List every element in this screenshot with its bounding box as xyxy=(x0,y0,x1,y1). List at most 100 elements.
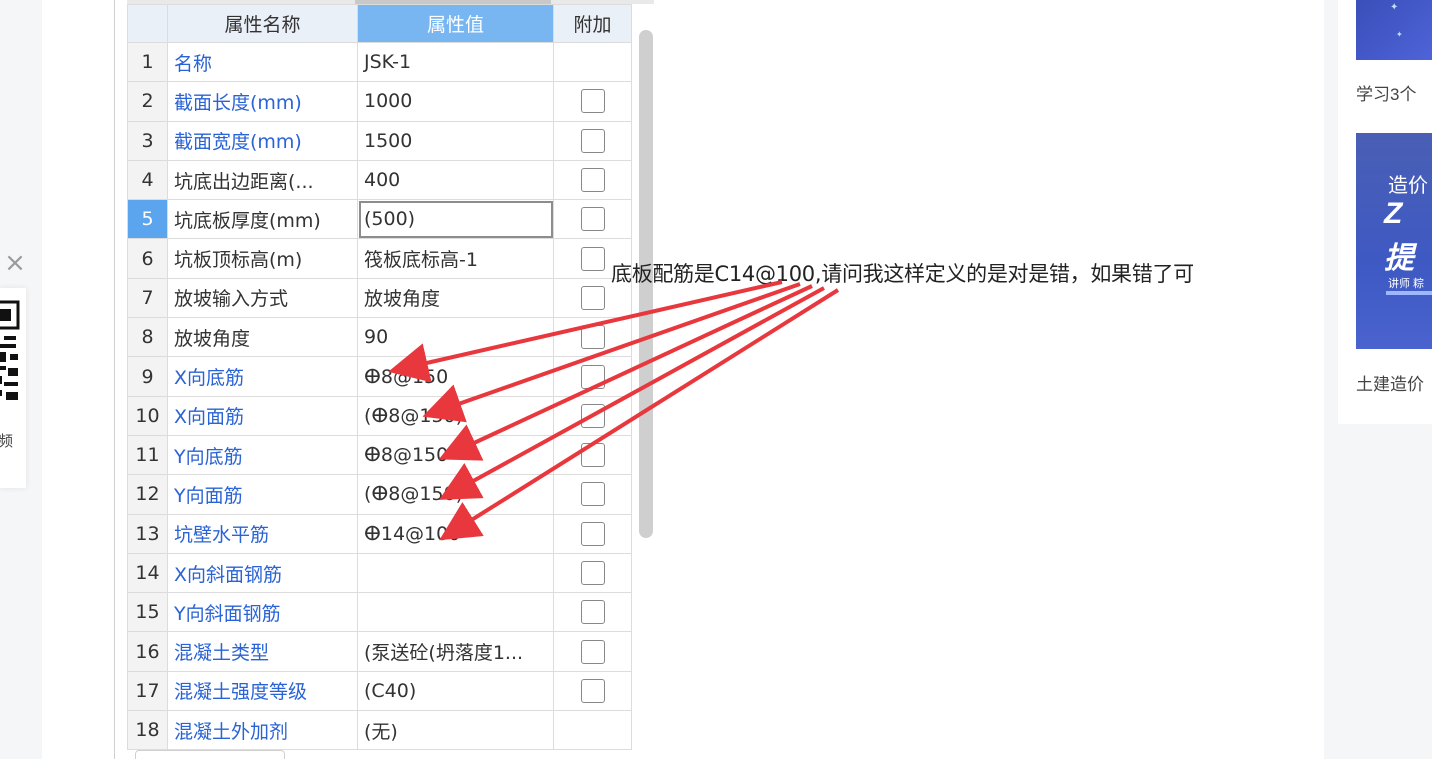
add-checkbox[interactable] xyxy=(580,521,605,546)
property-value[interactable]: 放坡角度 xyxy=(357,277,554,319)
table-row[interactable]: 4 坑底出边距离(... 400 xyxy=(127,159,632,201)
thumb2-bar xyxy=(1386,291,1432,295)
property-value[interactable] xyxy=(357,592,554,633)
table-row[interactable]: 3 截面宽度(mm) 1500 xyxy=(127,120,632,161)
embedded-screenshot: 属性名称 属性值 附加 1 名称 JSK-1 2 截面长度(mm) 1000 3 截面宽度(m… xyxy=(114,0,655,759)
table-row[interactable]: 6 坑板顶标高(m) 筏板底标高-1 xyxy=(127,238,632,279)
row-number[interactable]: 8 xyxy=(127,317,168,358)
row-number[interactable]: 3 xyxy=(127,120,168,161)
table-row[interactable]: 13 坑壁水平筋 ⴲ14@100 xyxy=(127,513,632,554)
close-icon[interactable]: × xyxy=(4,250,26,276)
row-number[interactable]: 1 xyxy=(127,41,168,83)
table-row[interactable]: 8 放坡角度 90 xyxy=(127,317,632,358)
row-number[interactable]: 13 xyxy=(127,513,168,554)
add-checkbox[interactable] xyxy=(580,246,605,271)
add-checkbox[interactable] xyxy=(580,678,605,703)
property-name: 混凝土类型 xyxy=(167,631,358,672)
add-checkbox[interactable] xyxy=(580,285,605,310)
property-value[interactable]: ⴲ8@150 xyxy=(357,356,554,397)
row-number[interactable]: 2 xyxy=(127,81,168,122)
qr-code-card: 频 xyxy=(0,288,26,488)
table-row[interactable]: 2 截面长度(mm) 1000 xyxy=(127,81,632,122)
add-checkbox[interactable] xyxy=(580,482,605,507)
add-cell xyxy=(553,474,632,515)
qr-code-icon xyxy=(0,298,20,404)
add-checkbox[interactable] xyxy=(580,325,605,350)
table-row[interactable]: 18 混凝土外加剂 (无) xyxy=(127,710,632,751)
row-number[interactable]: 5 xyxy=(127,199,168,240)
property-value[interactable]: ⴲ8@150 xyxy=(357,434,554,476)
property-value[interactable]: (ⴲ8@150) xyxy=(357,395,554,436)
add-checkbox[interactable] xyxy=(580,443,605,468)
course-title-2[interactable]: 土建造价 xyxy=(1356,370,1424,395)
row-number[interactable]: 11 xyxy=(127,434,168,476)
property-name: X向底筋 xyxy=(167,356,358,397)
property-name: 坑底板厚度(mm) xyxy=(167,199,358,240)
property-value[interactable]: 90 xyxy=(357,317,554,358)
add-cell xyxy=(553,41,632,83)
property-value[interactable]: (ⴲ8@150) xyxy=(357,474,554,515)
property-name: 坑底出边距离(... xyxy=(167,159,358,201)
header-value[interactable]: 属性值 xyxy=(357,4,554,43)
add-cell xyxy=(553,81,632,122)
table-row[interactable]: 9 X向底筋 ⴲ8@150 xyxy=(127,356,632,397)
property-value[interactable]: JSK-1 xyxy=(357,41,554,83)
add-checkbox[interactable] xyxy=(580,364,605,389)
row-number[interactable]: 15 xyxy=(127,592,168,633)
row-number[interactable]: 18 xyxy=(127,710,168,751)
property-value[interactable]: (C40) xyxy=(357,670,554,712)
row-number[interactable]: 10 xyxy=(127,395,168,436)
add-checkbox[interactable] xyxy=(580,128,605,153)
table-row[interactable]: 10 X向面筋 (ⴲ8@150) xyxy=(127,395,632,436)
property-value[interactable]: 1500 xyxy=(357,120,554,161)
add-checkbox[interactable] xyxy=(580,639,605,664)
add-checkbox[interactable] xyxy=(580,561,605,585)
property-value[interactable]: ⴲ14@100 xyxy=(357,513,554,554)
row-number[interactable]: 14 xyxy=(127,552,168,594)
course-thumbnail-2[interactable]: 造价 Z 提 讲师 粽 xyxy=(1356,133,1432,349)
table-row[interactable]: 17 混凝土强度等级 (C40) xyxy=(127,670,632,712)
bottom-button[interactable] xyxy=(135,750,285,759)
property-value[interactable]: 筏板底标高-1 xyxy=(357,238,554,279)
add-checkbox[interactable] xyxy=(580,89,605,114)
add-checkbox[interactable] xyxy=(580,207,605,232)
qr-caption: 频 xyxy=(0,433,14,450)
table-row[interactable]: 15 Y向斜面钢筋 xyxy=(127,592,632,633)
row-number[interactable]: 4 xyxy=(127,159,168,201)
table-row[interactable]: 14 X向斜面钢筋 xyxy=(127,552,632,594)
course-thumbnail-1[interactable]: ✦ ✦ xyxy=(1356,0,1432,60)
property-value[interactable]: 400 xyxy=(357,159,554,201)
table-header-row: 属性名称 属性值 附加 xyxy=(127,4,632,43)
table-row[interactable]: 12 Y向面筋 (ⴲ8@150) xyxy=(127,474,632,515)
table-row[interactable]: 5 坑底板厚度(mm) (500) xyxy=(127,199,632,240)
property-value[interactable]: (泵送砼(坍落度1... xyxy=(357,631,554,672)
add-cell xyxy=(553,552,632,594)
table-row[interactable]: 1 名称 JSK-1 xyxy=(127,41,632,83)
property-name: Y向面筋 xyxy=(167,474,358,515)
property-table: 属性名称 属性值 附加 1 名称 JSK-1 2 截面长度(mm) 1000 3 截面宽度(m… xyxy=(127,4,632,751)
property-value[interactable]: (无) xyxy=(357,710,554,751)
row-number[interactable]: 9 xyxy=(127,356,168,397)
course-title-1[interactable]: 学习3个 xyxy=(1356,80,1416,105)
table-row[interactable]: 16 混凝土类型 (泵送砼(坍落度1... xyxy=(127,631,632,672)
row-number[interactable]: 17 xyxy=(127,670,168,712)
row-number[interactable]: 6 xyxy=(127,238,168,279)
property-value[interactable]: 1000 xyxy=(357,81,554,122)
table-row[interactable]: 7 放坡输入方式 放坡角度 xyxy=(127,277,632,319)
table-row[interactable]: 11 Y向底筋 ⴲ8@150 xyxy=(127,434,632,476)
property-name: X向斜面钢筋 xyxy=(167,552,358,594)
row-number[interactable]: 16 xyxy=(127,631,168,672)
thumb2-line3: 提 xyxy=(1384,242,1414,275)
add-checkbox[interactable] xyxy=(580,403,605,428)
property-value[interactable]: (500) xyxy=(357,199,554,240)
add-cell xyxy=(553,631,632,672)
row-number[interactable]: 7 xyxy=(127,277,168,319)
add-checkbox[interactable] xyxy=(580,168,605,193)
recommend-sidebar: ✦ ✦ 学习3个 造价 Z 提 讲师 粽 土建造价 xyxy=(1338,0,1432,424)
add-cell xyxy=(553,592,632,633)
header-name[interactable]: 属性名称 xyxy=(167,4,358,43)
header-add[interactable]: 附加 xyxy=(553,4,632,43)
property-value[interactable] xyxy=(357,552,554,594)
add-checkbox[interactable] xyxy=(580,600,605,625)
row-number[interactable]: 12 xyxy=(127,474,168,515)
